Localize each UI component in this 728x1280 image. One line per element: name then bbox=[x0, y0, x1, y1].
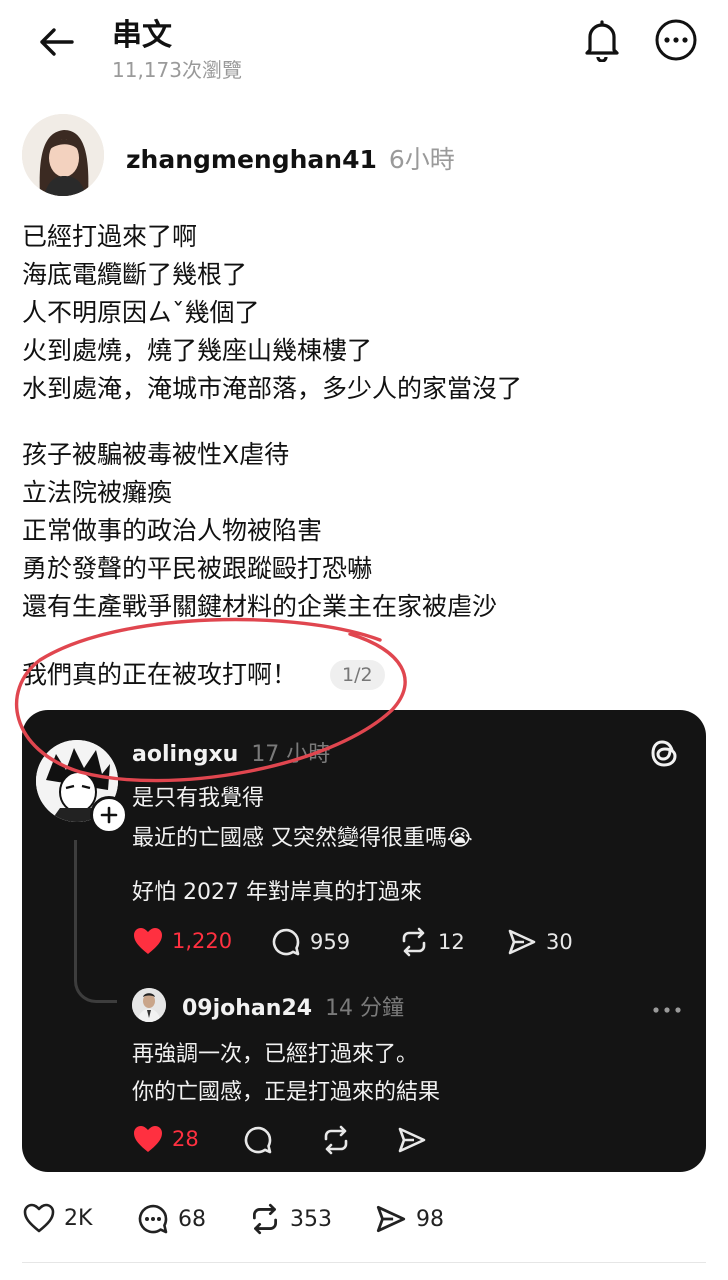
reply-line-2: 你的亡國感，正是打過來的結果 bbox=[132, 1080, 441, 1105]
notification-button[interactable] bbox=[578, 16, 626, 64]
quoted-comment-count: 959 bbox=[310, 930, 351, 954]
bell-icon bbox=[585, 20, 619, 62]
share-button[interactable]: 98 bbox=[374, 1202, 444, 1236]
annotation-circle bbox=[15, 617, 407, 783]
threads-logo-icon bbox=[648, 736, 682, 774]
arrow-left-icon bbox=[40, 28, 74, 56]
quoted-repost-button[interactable]: 12 bbox=[398, 926, 465, 958]
send-icon bbox=[508, 929, 536, 955]
reply-more-button[interactable] bbox=[652, 1000, 682, 1019]
heart-filled-icon bbox=[134, 928, 162, 954]
thread-connector-line bbox=[74, 840, 117, 1003]
post-paragraph-2: 孩子被騙被毒被性X虐待 立法院被癱瘓 正常做事的政治人物被陷害 勇於發聲的平民被… bbox=[22, 440, 498, 621]
quoted-comment-button[interactable]: 959 bbox=[270, 926, 350, 958]
share-count: 98 bbox=[416, 1206, 444, 1232]
more-options-button[interactable] bbox=[652, 16, 700, 64]
comment-bubble-icon bbox=[244, 1126, 272, 1154]
bottom-divider bbox=[22, 1262, 706, 1263]
more-dots-icon bbox=[653, 1007, 681, 1013]
reply-line-1: 再強調一次，已經打過來了。 bbox=[132, 1042, 419, 1067]
repost-button[interactable]: 353 bbox=[248, 1202, 332, 1236]
post-time: 6小時 bbox=[388, 145, 455, 174]
quoted-line-2: 最近的亡國感 又突然變得很重嗎😭 bbox=[132, 826, 473, 851]
comment-bubble-icon bbox=[272, 928, 300, 956]
reply-username[interactable]: 09johan24 bbox=[182, 996, 312, 1021]
plus-icon bbox=[100, 806, 118, 824]
comment-button[interactable]: 68 bbox=[136, 1202, 206, 1236]
reply-like-button[interactable]: 28 bbox=[132, 1124, 199, 1154]
reply-repost-button[interactable] bbox=[320, 1124, 352, 1160]
repost-icon bbox=[324, 1125, 348, 1155]
send-icon bbox=[376, 1205, 406, 1233]
repost-icon bbox=[252, 1203, 278, 1235]
quoted-share-button[interactable]: 30 bbox=[506, 926, 573, 958]
reply-like-count: 28 bbox=[172, 1127, 199, 1151]
quoted-like-count: 1,220 bbox=[172, 929, 233, 953]
author-username[interactable]: zhangmenghan41 bbox=[126, 145, 377, 174]
quoted-share-count: 30 bbox=[546, 930, 573, 954]
quoted-like-button[interactable]: 1,220 bbox=[132, 926, 232, 956]
repost-count: 353 bbox=[290, 1206, 332, 1232]
quoted-repost-count: 12 bbox=[438, 930, 465, 954]
more-circle-icon bbox=[655, 19, 697, 61]
reply-avatar[interactable] bbox=[132, 988, 166, 1022]
heart-outline-icon bbox=[23, 1203, 55, 1233]
reply-time: 14 分鐘 bbox=[325, 996, 405, 1021]
quoted-line-3: 好怕 2027 年對岸真的打過來 bbox=[132, 880, 422, 905]
like-count: 2K bbox=[64, 1205, 93, 1231]
author-avatar[interactable] bbox=[22, 114, 104, 196]
follow-plus-button[interactable] bbox=[90, 796, 128, 834]
post-paragraph-1: 已經打過來了啊 海底電纜斷了幾根了 人不明原因ㄙˇ幾個了 火到處燒，燒了幾座山幾… bbox=[22, 222, 523, 403]
repost-icon bbox=[402, 927, 426, 957]
reply-comment-button[interactable] bbox=[242, 1124, 274, 1160]
send-icon bbox=[398, 1127, 426, 1153]
heart-filled-icon bbox=[134, 1126, 162, 1152]
view-count: 11,173次瀏覽 bbox=[112, 58, 242, 82]
page-title: 串文 bbox=[112, 18, 172, 53]
back-button[interactable] bbox=[34, 22, 78, 62]
comment-dots-icon bbox=[138, 1204, 168, 1234]
comment-count: 68 bbox=[178, 1206, 206, 1232]
reply-share-button[interactable] bbox=[396, 1124, 428, 1160]
like-button[interactable]: 2K bbox=[22, 1202, 92, 1234]
